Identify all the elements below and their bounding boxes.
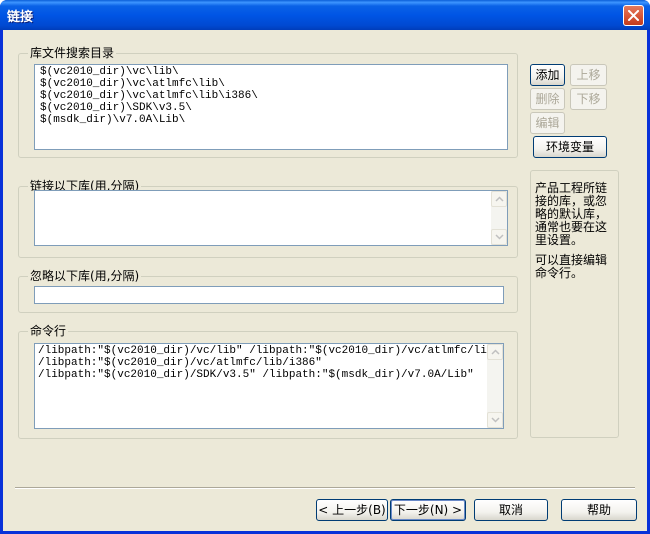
footer-divider <box>15 487 635 489</box>
list-item: $(vc2010_dir)\SDK\v3.5\ <box>40 102 192 114</box>
scroll-up-button[interactable] <box>491 191 507 207</box>
command-line-text: /libpath:"$(vc2010_dir)/vc/lib" /libpath… <box>35 344 503 381</box>
help-text-2: 可以直接编辑 命令行。 <box>535 254 607 280</box>
search-dirs-list[interactable]: $(vc2010_dir)\vc\lib\ $(vc2010_dir)\vc\at… <box>34 64 508 150</box>
ignore-libs-label: 忽略以下库(用,分隔) <box>28 269 142 283</box>
link-libs-input[interactable] <box>34 190 508 246</box>
add-button[interactable]: 添加 <box>530 64 565 86</box>
close-button[interactable] <box>623 5 644 26</box>
command-line-input[interactable]: /libpath:"$(vc2010_dir)/vc/lib" /libpath… <box>34 343 504 429</box>
title-bar[interactable]: 链接 <box>0 0 650 30</box>
next-button[interactable]: 下一步(N) > <box>390 499 466 521</box>
command-line-row: /libpath:"$(vc2010_dir)/vc/atlmfc/lib/i3… <box>38 357 322 369</box>
scroll-down-button[interactable] <box>487 412 503 428</box>
cancel-button[interactable]: 取消 <box>474 499 548 521</box>
edit-button[interactable]: 编辑 <box>530 112 565 134</box>
list-item: $(vc2010_dir)\vc\lib\ <box>40 66 179 78</box>
chevron-up-icon <box>495 196 504 202</box>
chevron-down-icon <box>491 417 500 423</box>
ignore-libs-input[interactable] <box>34 286 504 304</box>
back-button[interactable]: < 上一步(B) <box>316 499 388 521</box>
link-libs-scrollbar[interactable] <box>491 191 507 245</box>
help-text-line: 里设置。 <box>535 233 584 247</box>
scroll-up-button[interactable] <box>487 344 503 360</box>
delete-button[interactable]: 删除 <box>530 88 565 110</box>
command-line-scrollbar[interactable] <box>487 344 503 428</box>
help-text-1: 产品工程所链 接的库，或忽 略的默认库， 通常也要在这 里设置。 <box>535 182 607 247</box>
close-icon <box>628 10 639 21</box>
chevron-down-icon <box>495 234 504 240</box>
chevron-up-icon <box>491 349 500 355</box>
list-item: $(vc2010_dir)\vc\atlmfc\lib\ <box>40 78 225 90</box>
search-dirs-label: 库文件搜索目录 <box>28 46 117 60</box>
search-dirs-items: $(vc2010_dir)\vc\lib\ $(vc2010_dir)\vc\at… <box>35 65 507 126</box>
dialog-window: 链接 库文件搜索目录 $(vc2010_dir)\vc\lib\ $(vc2010… <box>0 0 650 534</box>
list-item: $(msdk_dir)\v7.0A\Lib\ <box>40 114 186 126</box>
help-text-line: 命令行。 <box>535 266 584 280</box>
move-down-button[interactable]: 下移 <box>570 88 607 110</box>
list-item: $(vc2010_dir)\vc\atlmfc\lib\i386\ <box>40 90 258 102</box>
env-vars-button[interactable]: 环境变量 <box>533 136 607 158</box>
command-line-row: /libpath:"$(vc2010_dir)/SDK/v3.5" /libpa… <box>38 369 474 381</box>
scroll-down-button[interactable] <box>491 229 507 245</box>
command-line-label: 命令行 <box>28 324 69 338</box>
command-line-row: /libpath:"$(vc2010_dir)/vc/lib" /libpath… <box>38 345 501 357</box>
help-button[interactable]: 帮助 <box>561 499 637 521</box>
move-up-button[interactable]: 上移 <box>570 64 607 86</box>
window-title: 链接 <box>7 10 34 25</box>
dialog-body: 库文件搜索目录 $(vc2010_dir)\vc\lib\ $(vc2010_di… <box>3 30 647 531</box>
